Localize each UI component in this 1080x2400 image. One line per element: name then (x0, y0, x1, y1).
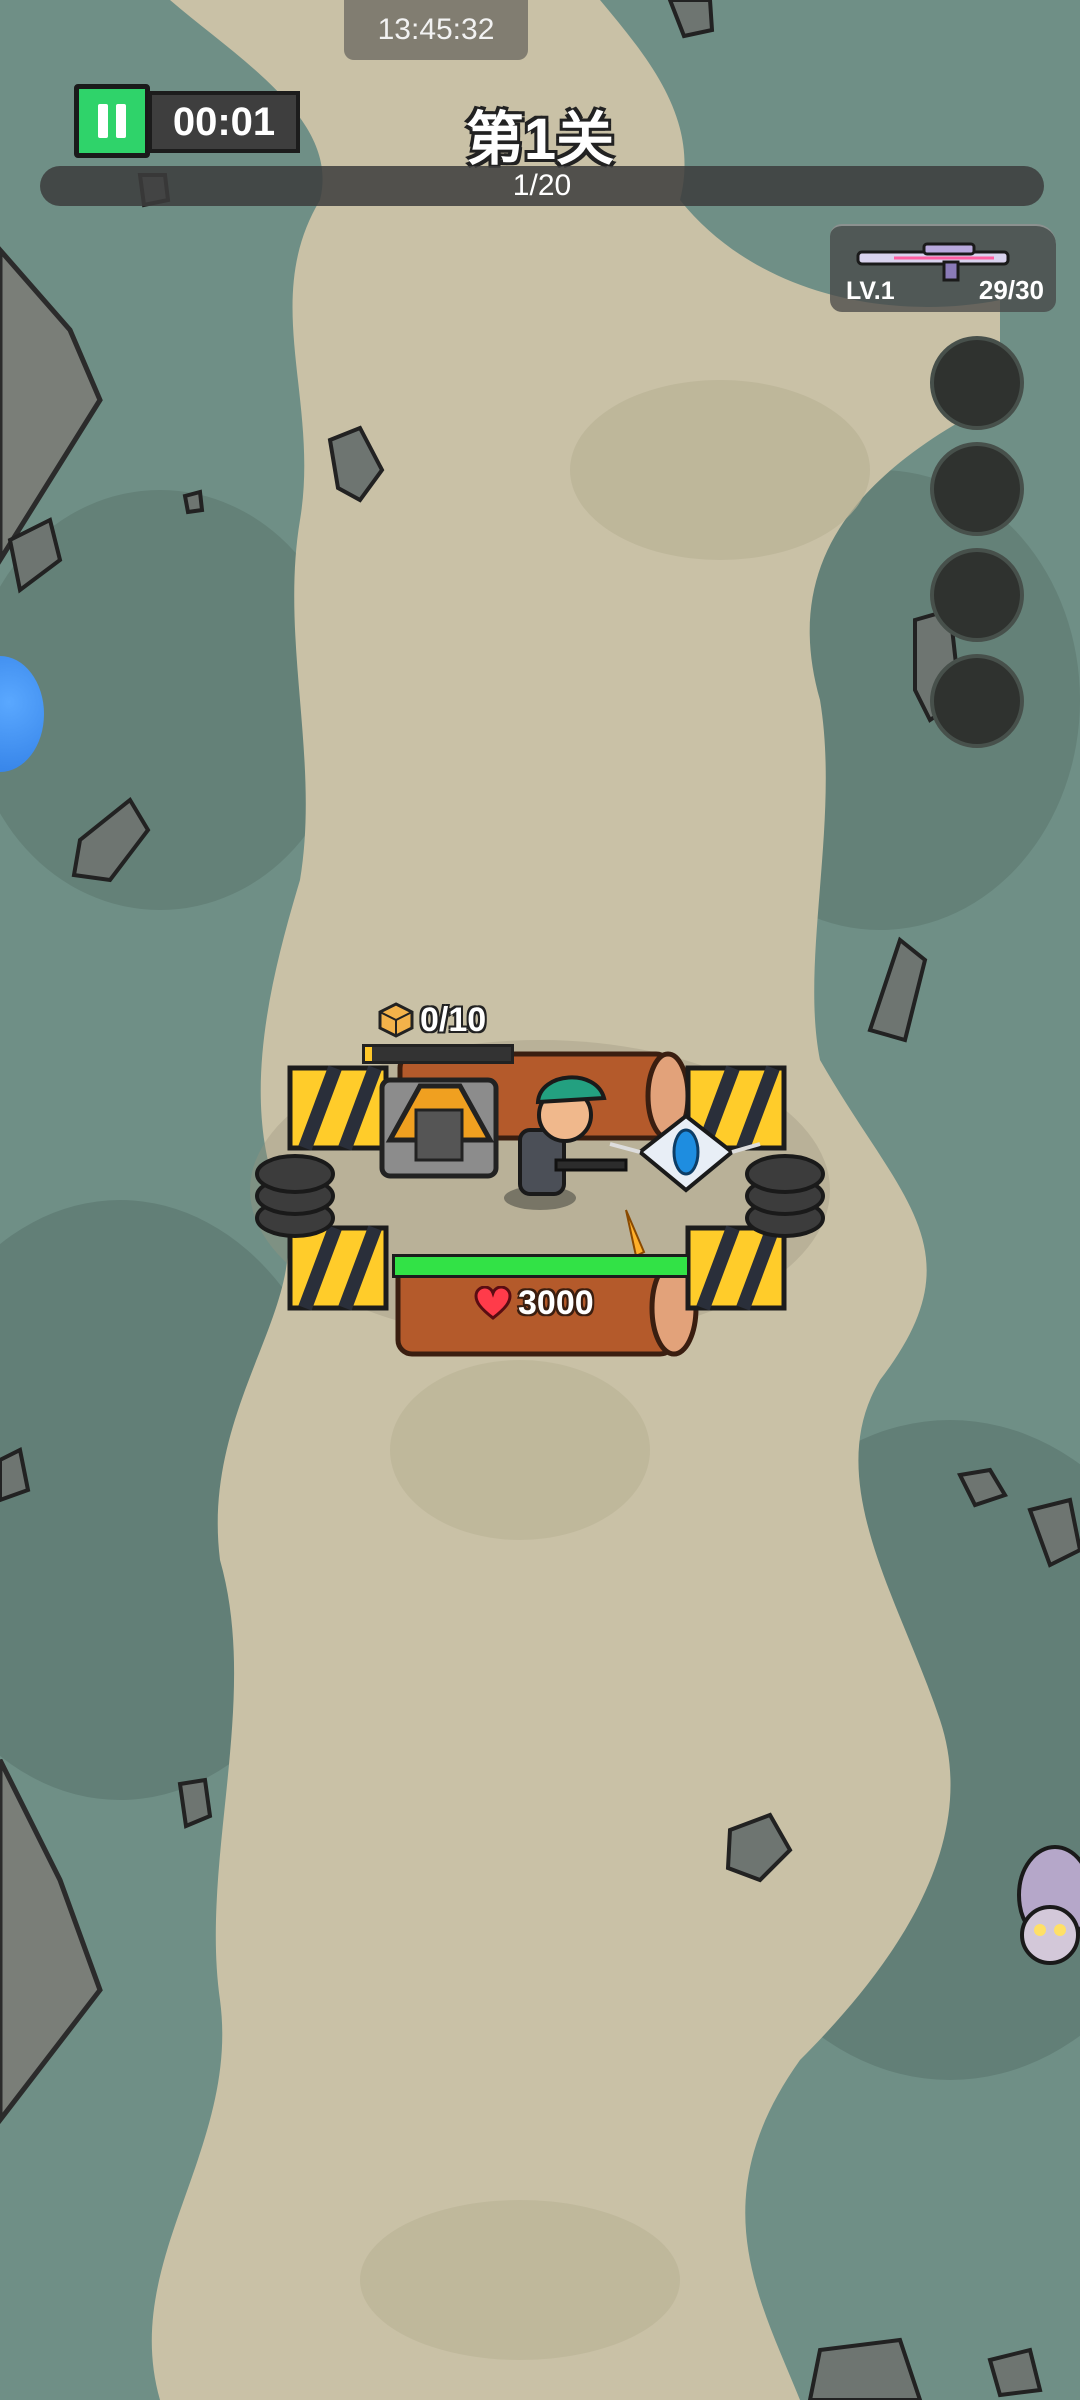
resource-text: 0/10 (420, 1000, 487, 1039)
base-hp-text: 3000 (518, 1283, 594, 1322)
weapon-ammo: 29/30 (978, 275, 1044, 305)
skill-slot-4[interactable] (930, 654, 1024, 748)
wave-progress-text: 1/20 (512, 169, 572, 202)
skill-slot-3[interactable] (930, 548, 1024, 642)
crate-icon (378, 1002, 414, 1038)
resource-progress-fill (365, 1047, 373, 1061)
skill-slot-2[interactable] (930, 442, 1024, 536)
resource-progress-bar (362, 1044, 514, 1064)
wave-progress-bar: 1/20 (40, 166, 1044, 206)
base-hp-fill (395, 1257, 687, 1275)
base-hp-bar (392, 1254, 690, 1278)
resource-counter: 0/10 (378, 998, 486, 1042)
base-hp-label: 3000 (474, 1280, 594, 1326)
weapon-level: LV.1 (846, 277, 895, 305)
game-map (0, 0, 1080, 2400)
level-title: 第1关 (465, 107, 615, 172)
clock-text: 13:45:32 (344, 0, 528, 60)
weapon-card[interactable]: LV.1 29/30 (830, 224, 1056, 312)
heart-icon (474, 1286, 512, 1320)
skill-slot-1[interactable] (930, 336, 1024, 430)
